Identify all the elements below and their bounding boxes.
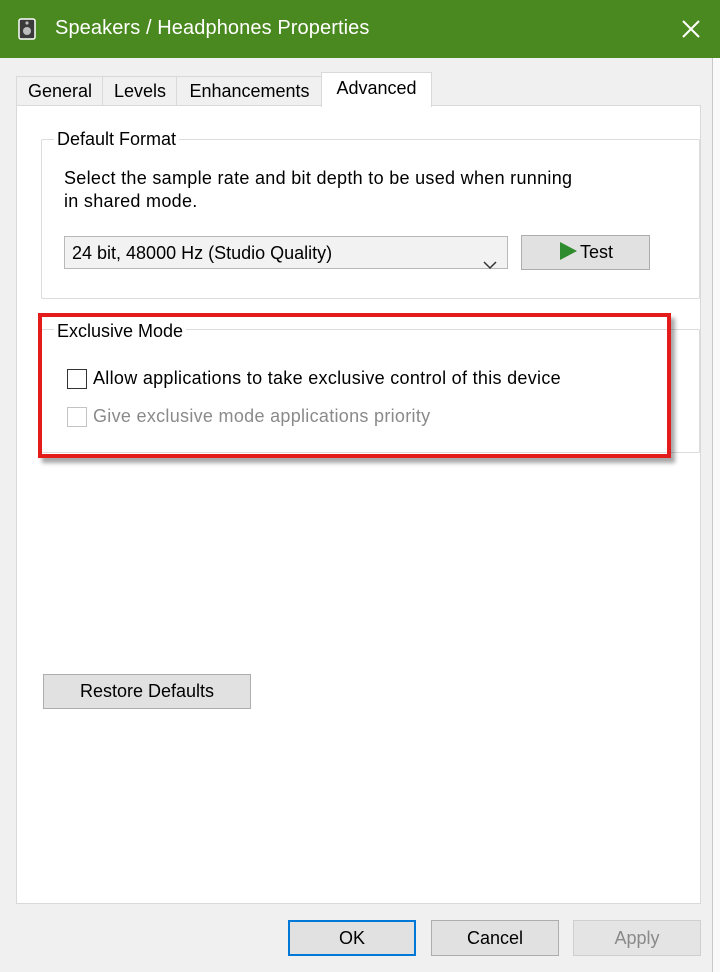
- tab-label: Enhancements: [189, 81, 310, 101]
- tab-levels[interactable]: Levels: [102, 76, 178, 106]
- restore-defaults-label: Restore Defaults: [79, 681, 215, 701]
- close-button[interactable]: [662, 0, 720, 58]
- tab-general[interactable]: General: [16, 76, 104, 106]
- highlight-box: [38, 313, 671, 458]
- cancel-button-label: Cancel: [466, 928, 524, 948]
- format-select[interactable]: 24 bit, 48000 Hz (Studio Quality): [64, 236, 508, 270]
- background-window-edge: [712, 58, 720, 972]
- default-format-group: [41, 139, 700, 299]
- default-format-description: Select the sample rate and bit depth to …: [64, 168, 573, 211]
- window-title: Speakers / Headphones Properties: [55, 17, 370, 39]
- tab-label: Levels: [113, 81, 167, 101]
- default-format-title: Default Format: [54, 129, 180, 150]
- tab-label: General: [27, 81, 93, 101]
- play-icon: [558, 239, 578, 272]
- ok-button-label: OK: [338, 928, 365, 948]
- tab-label: Advanced: [336, 78, 417, 98]
- ok-button[interactable]: OK: [288, 920, 416, 956]
- chevron-down-icon: [483, 248, 497, 281]
- close-icon: [682, 20, 700, 38]
- test-button-label: Test: [579, 242, 613, 262]
- format-select-value: 24 bit, 48000 Hz (Studio Quality): [72, 243, 333, 263]
- speaker-icon[interactable]: [18, 18, 38, 40]
- tab-enhancements[interactable]: Enhancements: [176, 76, 323, 106]
- advanced-tab-panel: Default Format Select the sample rate an…: [16, 105, 701, 904]
- tab-advanced[interactable]: Advanced: [321, 72, 432, 107]
- apply-button[interactable]: Apply: [573, 920, 701, 956]
- cancel-button[interactable]: Cancel: [431, 920, 559, 956]
- test-button[interactable]: Test: [521, 235, 650, 270]
- apply-button-label: Apply: [614, 928, 660, 948]
- title-bar: Speakers / Headphones Properties: [0, 0, 720, 58]
- restore-defaults-button[interactable]: Restore Defaults: [43, 674, 251, 709]
